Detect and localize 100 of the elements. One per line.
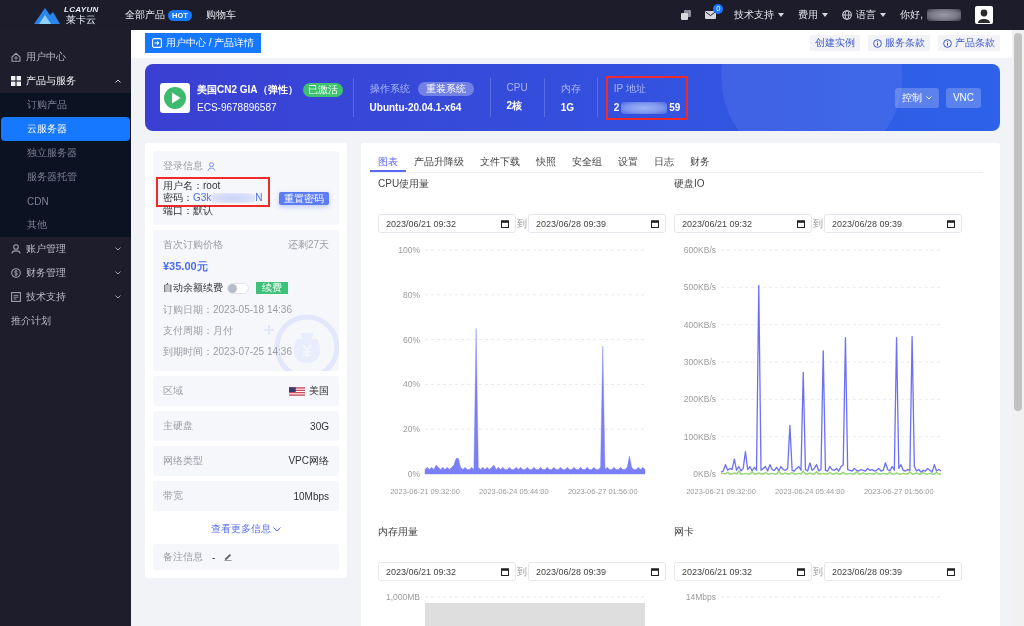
auto-renew-label: 自动余额续费 xyxy=(163,281,223,295)
header-link[interactable]: 产品条款 xyxy=(938,35,1000,51)
y-axis-label: 60% xyxy=(403,334,420,345)
notes-label: 备注信息 xyxy=(163,550,203,564)
action-button[interactable]: 控制 xyxy=(894,87,939,108)
sidebar-subitem[interactable]: 服务器托管 xyxy=(1,165,130,189)
flag-icon xyxy=(289,386,305,396)
sidebar-item[interactable]: 财务管理 xyxy=(0,261,131,285)
avatar-icon[interactable] xyxy=(975,6,993,24)
info-icon xyxy=(873,38,882,48)
y-axis-label: 400KB/s xyxy=(683,319,716,330)
password-text: G3k xyxy=(193,192,212,204)
date-field[interactable]: 2023/06/21 09:32 xyxy=(378,214,516,233)
sidebar-subitem[interactable]: CDN xyxy=(1,189,130,213)
spec-value: Ubuntu-20.04.1-x64 xyxy=(369,102,462,113)
calendar-icon[interactable] xyxy=(501,219,509,228)
y-axis-label: 1,000MB xyxy=(385,592,420,602)
greeting-text: 你好, xyxy=(900,8,923,22)
copy-icon[interactable] xyxy=(681,10,692,20)
menu-button[interactable]: 费用 xyxy=(798,8,829,22)
info-label: 带宽 xyxy=(163,489,183,503)
sidebar-subitem[interactable]: 其他 xyxy=(1,213,130,237)
info-value: 30G xyxy=(310,420,329,432)
spec-value: 1G xyxy=(560,102,575,113)
edit-icon[interactable] xyxy=(224,553,233,561)
tab[interactable]: 财务 xyxy=(682,153,718,172)
detail-text: 到期时间：2023-07-25 14:36 xyxy=(163,345,293,359)
header-link[interactable]: 服务条款 xyxy=(868,35,930,51)
range-separator: 到 xyxy=(813,564,823,579)
tab[interactable]: 图表 xyxy=(370,153,406,172)
product-id: ECS-9678896587 xyxy=(197,101,278,113)
detail-text: 支付周期：月付 xyxy=(163,324,234,338)
sidebar-subitem[interactable]: 云服务器 xyxy=(1,117,130,141)
y-axis-label: 100KB/s xyxy=(683,431,716,442)
y-axis-label: 40% xyxy=(403,379,420,390)
spec-value: 2核 xyxy=(506,99,523,113)
date-field[interactable]: 2023/06/28 09:39 xyxy=(824,562,962,581)
info-icon xyxy=(943,38,952,48)
calendar-icon[interactable] xyxy=(797,567,805,576)
scrollbar-thumb[interactable] xyxy=(1014,33,1022,411)
calendar-icon[interactable] xyxy=(501,567,509,576)
action-button[interactable]: VNC xyxy=(945,87,981,108)
menu-button[interactable]: 语言 xyxy=(842,8,887,22)
calendar-icon[interactable] xyxy=(947,567,955,576)
mail-icon[interactable] xyxy=(705,11,717,19)
y-axis-label: 200KB/s xyxy=(683,394,716,405)
sidebar-item[interactable]: 技术支持 xyxy=(0,285,131,309)
y-axis-label: 0KB/s xyxy=(693,469,716,479)
remaining-days: 还剩27天 xyxy=(287,238,329,252)
spec-label: IP 地址 xyxy=(613,81,646,96)
tab[interactable]: 设置 xyxy=(610,153,646,172)
date-field[interactable]: 2023/06/28 09:39 xyxy=(528,562,666,581)
toggle-switch[interactable] xyxy=(227,282,249,294)
info-label: 网络类型 xyxy=(163,454,203,468)
date-field[interactable]: 2023/06/21 09:32 xyxy=(674,562,812,581)
tab[interactable]: 快照 xyxy=(528,153,564,172)
reinstall-button[interactable]: 重装系统 xyxy=(417,82,474,96)
sidebar-subitem[interactable]: 独立服务器 xyxy=(1,141,130,165)
tab[interactable]: 日志 xyxy=(646,153,682,172)
breadcrumb-button[interactable]: 用户中心 / 产品详情 xyxy=(145,33,262,53)
caret-icon xyxy=(880,13,887,17)
tab[interactable]: 文件下载 xyxy=(472,153,528,172)
chevron-down-icon xyxy=(273,526,281,532)
port-text: 端口：默认 xyxy=(163,205,213,217)
date-field[interactable]: 2023/06/21 09:32 xyxy=(674,214,812,233)
date-field[interactable]: 2023/06/21 09:32 xyxy=(378,562,516,581)
reset-password-button[interactable]: 重置密码 xyxy=(279,191,329,205)
calendar-icon[interactable] xyxy=(797,219,805,228)
nav-link[interactable]: 购物车 xyxy=(205,8,236,22)
calendar-icon[interactable] xyxy=(651,219,659,228)
chart-title: 硬盘IO xyxy=(674,177,706,191)
tab[interactable]: 产品升降级 xyxy=(406,153,472,172)
header-link[interactable]: 创建实例 xyxy=(810,35,860,51)
sidebar-subitem[interactable]: 订购产品 xyxy=(1,93,130,117)
password-label: 密码： xyxy=(163,192,193,204)
info-value: 美国 xyxy=(309,384,329,398)
more-info-link[interactable]: 查看更多信息 xyxy=(211,522,281,536)
spec-label: CPU xyxy=(506,82,528,93)
calendar-icon[interactable] xyxy=(947,219,955,228)
sidebar-item[interactable]: 推介计划 xyxy=(0,309,131,333)
coin-icon xyxy=(11,268,21,278)
y-axis-label: 80% xyxy=(403,289,420,300)
sidebar-item[interactable]: 用户中心 xyxy=(0,45,131,69)
info-value: 10Mbps xyxy=(293,490,329,502)
sidebar-item[interactable]: 账户管理 xyxy=(0,237,131,261)
calendar-icon[interactable] xyxy=(651,567,659,576)
scrollbar[interactable] xyxy=(1012,30,1024,626)
date-field[interactable]: 2023/06/28 09:39 xyxy=(528,214,666,233)
enter-icon xyxy=(152,38,162,48)
sidebar-item[interactable]: 产品与服务 xyxy=(0,69,131,93)
detail-text: 订购日期：2023-05-18 14:36 xyxy=(163,303,293,317)
document-icon xyxy=(11,292,21,302)
chart-title: 网卡 xyxy=(674,525,695,539)
range-separator: 到 xyxy=(813,216,823,231)
menu-button[interactable]: 技术支持 xyxy=(734,8,785,22)
tab[interactable]: 安全组 xyxy=(564,153,610,172)
chart-title: 内存用量 xyxy=(378,525,419,539)
play-icon xyxy=(160,82,190,113)
caret-icon xyxy=(925,95,932,100)
date-field[interactable]: 2023/06/28 09:39 xyxy=(824,214,962,233)
